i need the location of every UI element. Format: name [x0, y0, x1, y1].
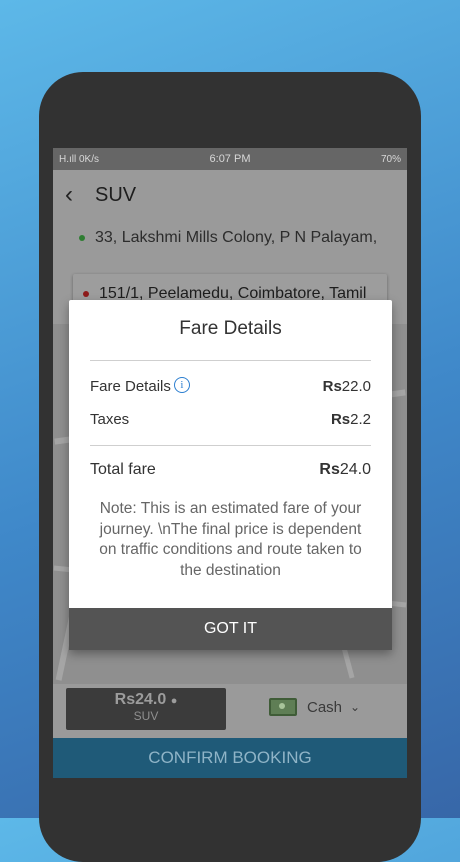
battery-level: 70%: [380, 153, 401, 165]
total-row: Total fare Rs24.0: [69, 461, 392, 479]
fare-label-wrap: Fare Details i: [90, 377, 190, 395]
divider: [90, 360, 371, 361]
taxes-row: Taxes Rs2.2: [69, 411, 392, 428]
fare-estimate-chip[interactable]: Rs24.0 ● SUV: [66, 688, 226, 730]
total-currency: Rs: [319, 461, 340, 478]
pickup-dot-icon: [79, 235, 85, 241]
page-title: SUV: [95, 183, 137, 206]
back-arrow-icon[interactable]: ‹: [65, 181, 73, 209]
payment-method: Cash: [307, 698, 343, 716]
drop-dot-icon: [83, 291, 89, 297]
taxes-value: Rs2.2: [331, 411, 371, 428]
cash-icon: [269, 698, 297, 716]
got-it-button[interactable]: GOT IT: [69, 608, 392, 650]
total-label: Total fare: [90, 461, 156, 478]
taxes-amount: 2.2: [350, 411, 371, 428]
status-bar: H.ıll 0K/s 6:07 PM 70%: [53, 148, 407, 170]
fare-label: Fare Details: [90, 378, 171, 395]
divider: [90, 445, 371, 446]
fare-row: Fare Details i Rs22.0: [69, 377, 392, 395]
fare-amount-text: Rs24.0: [114, 691, 167, 708]
confirm-booking-button[interactable]: CONFIRM BOOKING: [53, 738, 407, 778]
pickup-location[interactable]: 33, Lakshmi Mills Colony, P N Palayam,: [53, 220, 407, 256]
fare-value: Rs22.0: [323, 378, 371, 395]
fare-currency: Rs: [322, 377, 342, 395]
app-bar: ‹ SUV: [53, 170, 407, 220]
total-amount: 24.0: [339, 461, 371, 478]
chevron-down-icon: ⌄: [350, 700, 361, 714]
payment-selector[interactable]: Cash ⌄: [269, 698, 360, 716]
info-icon[interactable]: i: [173, 377, 190, 393]
fare-estimate-amount: Rs24.0 ●: [66, 691, 226, 709]
fare-details-dialog: Fare Details Fare Details i Rs22.0 Taxes …: [69, 300, 392, 650]
taxes-label: Taxes: [90, 411, 130, 428]
taxes-currency: Rs: [330, 411, 351, 428]
dialog-title: Fare Details: [179, 318, 282, 339]
pickup-address: 33, Lakshmi Mills Colony, P N Palayam,: [95, 229, 378, 246]
fare-note: Note: This is an estimated fare of your …: [99, 500, 362, 579]
status-left: H.ıll 0K/s: [59, 153, 100, 165]
booking-options: Rs24.0 ● SUV Cash ⌄: [53, 684, 407, 738]
info-icon: ●: [170, 695, 178, 707]
total-value: Rs24.0: [319, 461, 371, 479]
fare-amount: 22.0: [341, 377, 371, 395]
status-time: 6:07 PM: [209, 153, 251, 165]
vehicle-type: SUV: [133, 709, 159, 723]
